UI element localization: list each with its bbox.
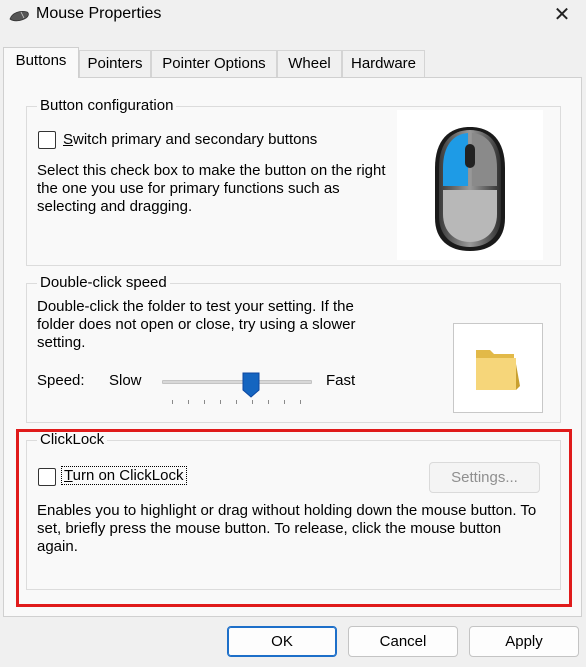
tab-label: Hardware	[350, 55, 417, 72]
mouse-properties-window: Mouse Properties ✕ Buttons Pointers Poin…	[0, 0, 586, 667]
apply-button[interactable]: Apply	[469, 626, 579, 657]
tab-label: Wheel	[288, 55, 331, 72]
mouse-illustration	[397, 110, 543, 260]
folder-icon	[476, 350, 520, 390]
mnemonic: S	[63, 131, 74, 148]
ok-button[interactable]: OK	[227, 626, 337, 657]
slow-label: Slow	[109, 372, 142, 389]
slider-track	[162, 380, 312, 384]
cancel-button[interactable]: Cancel	[348, 626, 458, 657]
fast-label: Fast	[326, 372, 356, 389]
speed-label: Speed:	[37, 372, 85, 389]
window-title: Mouse Properties	[36, 5, 162, 22]
slider-thumb[interactable]	[242, 372, 260, 398]
tab-label: Buttons	[15, 52, 67, 69]
slider-tick	[188, 400, 189, 404]
group-title: Button configuration	[37, 97, 177, 114]
tab-pointers[interactable]: Pointers	[79, 50, 151, 77]
title-bar: Mouse Properties ✕	[0, 0, 586, 34]
switch-buttons-label[interactable]: Switch primary and secondary buttons	[63, 131, 317, 148]
tab-hardware[interactable]: Hardware	[342, 50, 425, 77]
highlight-box	[16, 429, 572, 607]
button-config-description: Select this check box to make the button…	[37, 162, 386, 215]
label-rest: witch primary and secondary buttons	[73, 131, 318, 148]
mouse-image-icon	[435, 127, 505, 251]
tab-label: Pointer Options	[162, 55, 266, 72]
slider-tick	[252, 400, 253, 404]
double-click-description: Double-click the folder to test your set…	[37, 298, 356, 351]
slider-tick	[300, 400, 301, 404]
close-icon: ✕	[553, 4, 571, 26]
mouse-icon	[9, 11, 29, 22]
double-click-speed-slider[interactable]	[160, 370, 316, 406]
slider-tick	[204, 400, 205, 404]
tab-pointer-options[interactable]: Pointer Options	[151, 50, 277, 77]
slider-tick	[172, 400, 173, 404]
group-title: Double-click speed	[37, 274, 170, 291]
slider-tick	[220, 400, 221, 404]
tab-buttons[interactable]: Buttons	[3, 47, 79, 78]
tab-wheel[interactable]: Wheel	[277, 50, 342, 77]
close-button[interactable]: ✕	[544, 2, 580, 30]
switch-buttons-checkbox[interactable]	[38, 131, 56, 149]
slider-tick	[284, 400, 285, 404]
slider-tick	[236, 400, 237, 404]
slider-tick	[268, 400, 269, 404]
test-folder[interactable]	[453, 323, 543, 413]
tab-label: Pointers	[87, 55, 143, 72]
